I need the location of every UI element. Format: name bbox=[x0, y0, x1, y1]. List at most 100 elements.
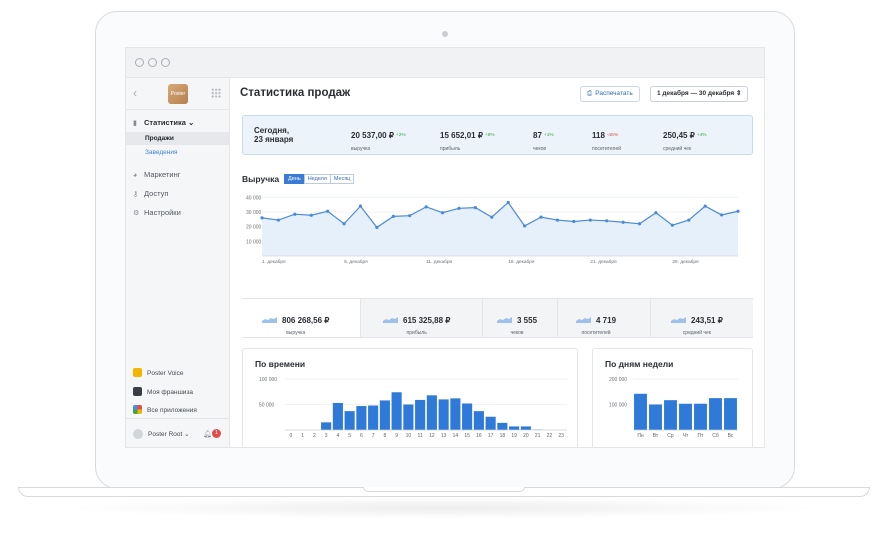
y-tick-label: 100 000 bbox=[609, 403, 627, 409]
summary-value: 15 652,01 ₽ bbox=[440, 131, 483, 140]
marketing-icon: ◕ bbox=[133, 172, 138, 179]
summary-value: 20 537,00 ₽ bbox=[351, 131, 394, 140]
data-point bbox=[654, 211, 658, 215]
print-button[interactable]: ⎙ Распечатать bbox=[580, 86, 640, 102]
bar bbox=[485, 416, 496, 430]
apps-grid-icon[interactable] bbox=[211, 88, 221, 98]
bar bbox=[379, 400, 390, 430]
data-point bbox=[342, 222, 346, 226]
summary-profit: 15 652,01 ₽ +8% прибыль bbox=[440, 125, 495, 152]
x-tick-label: 21 bbox=[535, 433, 541, 439]
x-tick-label: 23 bbox=[558, 433, 564, 439]
sidebar-item-statistics[interactable]: ▮ Статистика ⌄ bbox=[126, 118, 230, 127]
data-point bbox=[539, 215, 543, 219]
x-tick-label: 5 bbox=[348, 433, 351, 439]
kpi-value: 806 268,56 ₽ bbox=[282, 316, 330, 325]
x-tick-label: 0 bbox=[289, 433, 292, 439]
x-tick-label: 22 bbox=[547, 433, 553, 439]
kpi-label: посетителей bbox=[581, 330, 611, 336]
data-point bbox=[490, 215, 494, 219]
x-tick-label: 14 bbox=[453, 433, 459, 439]
sidebar-item-settings[interactable]: ⚙ Настройки bbox=[126, 208, 230, 217]
sidebar-item-label: Статистика ⌄ bbox=[144, 118, 195, 127]
camera-dot bbox=[442, 31, 448, 37]
data-point bbox=[687, 218, 691, 222]
kpi-label: выручка bbox=[286, 330, 306, 336]
x-tick-label: Чт bbox=[683, 433, 689, 439]
sidebar-subitem-sales[interactable]: Продажи bbox=[126, 132, 230, 145]
poster-voice-link[interactable]: Poster Voice bbox=[133, 368, 184, 377]
window-zoom-dot[interactable] bbox=[161, 58, 170, 67]
x-tick-label: 9 bbox=[395, 433, 398, 439]
bar bbox=[415, 399, 426, 430]
kpi-avg-check[interactable]: 243,51 ₽ средний чек bbox=[650, 299, 753, 337]
bar bbox=[497, 422, 508, 430]
sidebar-header: ‹ Poster bbox=[126, 78, 230, 110]
all-apps-link[interactable]: Все приложения bbox=[133, 405, 197, 414]
bell-icon[interactable]: 🔔︎ bbox=[203, 430, 212, 438]
y-tick-label: 30 000 bbox=[246, 210, 262, 216]
summary-value: 118 bbox=[592, 131, 605, 140]
data-point bbox=[391, 214, 395, 218]
data-point bbox=[719, 213, 724, 217]
user-name: Poster Root ⌄ bbox=[148, 431, 190, 438]
user-menu[interactable]: Poster Root ⌄ 🔔︎ 1 bbox=[126, 418, 230, 447]
sidebar-item-marketing[interactable]: ◕ Маркетинг bbox=[126, 170, 230, 179]
franchise-link[interactable]: Моя франшиза bbox=[133, 387, 193, 396]
page-title: Статистика продаж bbox=[240, 87, 351, 99]
date-range-select[interactable]: 1 декабря — 30 декабря ⇕ bbox=[650, 86, 749, 102]
summary-value: 250,45 ₽ bbox=[663, 131, 695, 140]
y-tick-label: 20 000 bbox=[246, 225, 262, 231]
poster-voice-icon bbox=[133, 368, 142, 377]
sparkline-icon bbox=[576, 317, 591, 323]
kpi-profit[interactable]: 615 325,88 ₽ прибыль bbox=[360, 299, 482, 337]
data-point bbox=[276, 218, 281, 222]
summary-label: чеков bbox=[533, 146, 547, 152]
bar bbox=[450, 398, 461, 430]
avatar bbox=[133, 429, 143, 439]
x-tick-label: Ср bbox=[667, 433, 674, 439]
kpi-revenue[interactable]: 806 268,56 ₽ выручка bbox=[242, 299, 360, 337]
all-apps-label: Все приложения bbox=[147, 407, 197, 414]
sidebar-item-label: Доступ bbox=[144, 189, 169, 198]
franchise-label: Моя франшиза bbox=[147, 389, 194, 396]
bar bbox=[664, 400, 677, 430]
sidebar-item-access[interactable]: ⚷ Доступ bbox=[126, 189, 230, 198]
data-point bbox=[440, 211, 445, 215]
summary-label: прибыль bbox=[440, 146, 461, 152]
bar-chart-icon: ▮ bbox=[133, 120, 137, 127]
summary-visitors: 118 -45% посетителей bbox=[592, 125, 621, 152]
bar bbox=[321, 422, 332, 430]
summary-label: посетителей bbox=[592, 146, 622, 152]
by-time-panel: По времени 50 000 100 000 0 1 2 3 4 5 6 7 8 9 10 11 12… bbox=[242, 348, 578, 447]
data-point bbox=[588, 218, 592, 222]
x-tick-label: 10 bbox=[406, 433, 412, 439]
kpi-label: средний чек bbox=[682, 330, 711, 336]
bar bbox=[694, 403, 707, 430]
back-icon[interactable]: ‹ bbox=[133, 86, 137, 100]
sparkline-icon bbox=[671, 317, 686, 323]
bar bbox=[344, 411, 355, 430]
kpi-visitors[interactable]: 4 719 посетителей bbox=[557, 299, 650, 337]
bar bbox=[520, 426, 531, 430]
printer-icon: ⎙ bbox=[587, 90, 593, 97]
summary-value: 87 bbox=[533, 131, 542, 140]
window-minimize-dot[interactable] bbox=[148, 58, 157, 67]
poster-logo: Poster bbox=[168, 84, 188, 104]
poster-voice-label: Poster Voice bbox=[147, 370, 184, 377]
x-tick-label: 20 bbox=[523, 433, 529, 439]
window-titlebar bbox=[126, 48, 764, 78]
by-time-chart: 50 000100 0000 1 2 3 4 5 6 7 8 9 10 11 12 13 14 15 16 17 1… bbox=[259, 377, 567, 439]
x-tick-label: Пн bbox=[637, 433, 644, 439]
bar bbox=[426, 395, 437, 430]
kpi-checks[interactable]: 3 555 чеков bbox=[482, 299, 557, 337]
data-point bbox=[736, 209, 740, 213]
x-tick-label: 18 bbox=[500, 433, 506, 439]
x-tick-label: 11. декабря bbox=[426, 259, 452, 265]
sidebar-subitem-venues[interactable]: Заведения bbox=[126, 146, 230, 159]
window-close-dot[interactable] bbox=[135, 58, 144, 67]
data-point bbox=[293, 212, 297, 216]
y-tick-label: 200 000 bbox=[609, 377, 627, 383]
bar bbox=[649, 404, 662, 430]
bar bbox=[473, 411, 484, 430]
